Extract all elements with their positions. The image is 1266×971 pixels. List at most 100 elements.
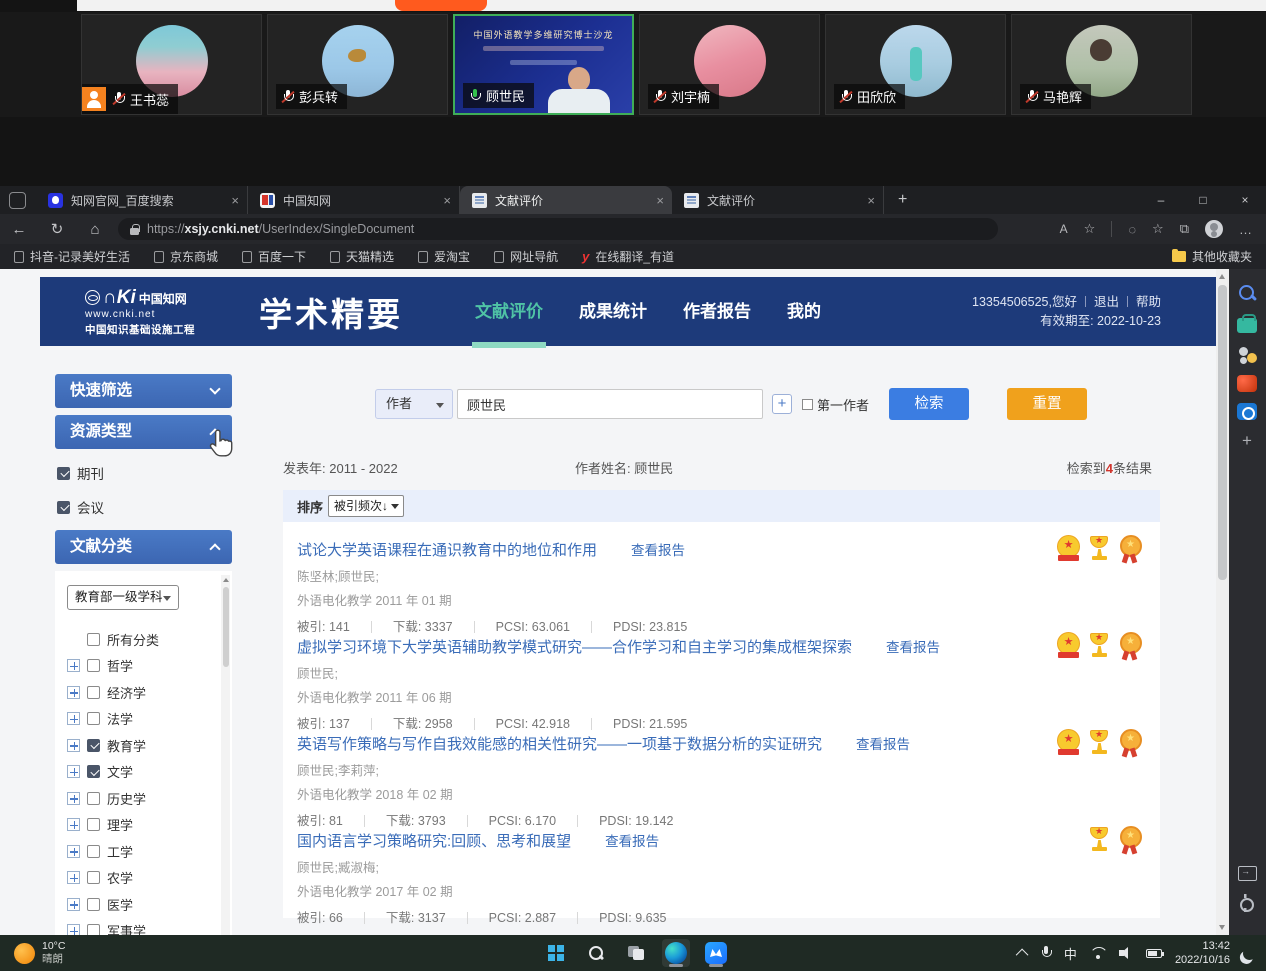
- expand-icon[interactable]: [67, 686, 80, 699]
- scroll-down-arrow[interactable]: [1219, 925, 1225, 930]
- category-checkbox[interactable]: [87, 792, 100, 805]
- favorite-star-icon[interactable]: ☆: [1084, 221, 1096, 237]
- result-title-link[interactable]: 英语写作策略与写作自我效能感的相关性研究——一项基于数据分析的实证研究: [297, 736, 822, 753]
- category-checkbox[interactable]: [87, 659, 100, 672]
- meeting-app-button[interactable]: [702, 939, 730, 967]
- start-button[interactable]: [542, 939, 570, 967]
- add-condition-button[interactable]: +: [772, 394, 792, 414]
- discipline-select[interactable]: 教育部一级学科: [67, 585, 179, 610]
- more-menu-icon[interactable]: …: [1239, 222, 1252, 237]
- first-author-checkbox[interactable]: [802, 399, 813, 410]
- view-report-link[interactable]: 查看报告: [886, 640, 940, 655]
- bookmark-baidu[interactable]: 百度一下: [242, 248, 306, 265]
- result-title-link[interactable]: 试论大学英语课程在通识教育中的地位和作用: [297, 542, 597, 559]
- participant-tile[interactable]: 彭兵转: [267, 14, 448, 115]
- wifi-icon[interactable]: [1090, 947, 1106, 959]
- taskbar-search-button[interactable]: [582, 939, 610, 967]
- tab-close-icon[interactable]: ×: [443, 193, 451, 208]
- bookmark-douyin[interactable]: 抖音-记录美好生活: [14, 248, 130, 265]
- help-link[interactable]: 帮助: [1136, 295, 1161, 309]
- new-tab-button[interactable]: +: [898, 191, 907, 209]
- sidebar-panel-icon[interactable]: [1237, 863, 1257, 883]
- bookmark-nav[interactable]: 网址导航: [494, 248, 558, 265]
- tab-actions-button[interactable]: [9, 192, 26, 209]
- expand-icon[interactable]: [67, 898, 80, 911]
- category-checkbox[interactable]: [87, 924, 100, 935]
- search-button[interactable]: 检索: [889, 388, 969, 420]
- category-checkbox[interactable]: [87, 712, 100, 725]
- bookmark-youdao[interactable]: y在线翻译_有道: [582, 248, 674, 265]
- refresh-button[interactable]: ↻: [38, 220, 76, 238]
- view-report-link[interactable]: 查看报告: [631, 543, 685, 558]
- section-quick-filter[interactable]: 快速筛选: [55, 374, 232, 408]
- search-field-select[interactable]: 作者: [375, 389, 453, 419]
- other-favorites-folder[interactable]: 其他收藏夹: [1172, 248, 1252, 265]
- collections-icon[interactable]: ⧉: [1180, 221, 1189, 237]
- category-checkbox[interactable]: [87, 818, 100, 831]
- expand-icon[interactable]: [67, 792, 80, 805]
- category-checkbox[interactable]: [87, 686, 100, 699]
- sidebar-shopping-icon[interactable]: [1237, 318, 1257, 333]
- home-button[interactable]: ⌂: [76, 221, 114, 238]
- focus-assist-moon-icon[interactable]: [1242, 945, 1258, 961]
- search-input[interactable]: [457, 389, 763, 419]
- result-title-link[interactable]: 虚拟学习环境下大学英语辅助教学模式研究——合作学习和自主学习的集成框架探索: [297, 639, 852, 656]
- first-author-option[interactable]: 第一作者: [802, 395, 869, 414]
- clock[interactable]: 13:422022/10/16: [1175, 939, 1230, 967]
- category-checkbox[interactable]: [87, 765, 100, 778]
- conference-checkbox[interactable]: [57, 501, 70, 514]
- category-checkbox[interactable]: [87, 898, 100, 911]
- sidebar-outlook-icon[interactable]: [1237, 403, 1257, 420]
- sidebar-search-icon[interactable]: [1237, 283, 1257, 303]
- minimize-button[interactable]: –: [1140, 186, 1182, 214]
- expand-icon[interactable]: [67, 871, 80, 884]
- result-title-link[interactable]: 国内语言学习策略研究:回顾、思考和展望: [297, 833, 571, 850]
- sidebar-settings-gear-icon[interactable]: [1237, 895, 1257, 915]
- category-checkbox[interactable]: [87, 845, 100, 858]
- tray-mic-icon[interactable]: [1041, 946, 1051, 961]
- scroll-up-arrow[interactable]: [1219, 274, 1225, 279]
- category-checkbox[interactable]: [87, 871, 100, 884]
- tab-cnki-home[interactable]: 中国知网 ×: [248, 186, 460, 214]
- expand-icon[interactable]: [67, 924, 80, 935]
- https-lock-icon[interactable]: [130, 224, 139, 235]
- read-aloud-icon[interactable]: A: [1060, 222, 1068, 236]
- edge-taskbar-button[interactable]: [662, 939, 690, 967]
- tray-expand-icon[interactable]: [1016, 948, 1029, 961]
- nav-author-report[interactable]: 作者报告: [683, 277, 751, 346]
- bookmark-jd[interactable]: 京东商城: [154, 248, 218, 265]
- journal-checkbox[interactable]: [57, 467, 70, 480]
- back-button[interactable]: ←: [0, 221, 38, 238]
- reset-button[interactable]: 重置: [1007, 388, 1087, 420]
- participant-tile[interactable]: 马艳辉: [1011, 14, 1192, 115]
- expand-icon[interactable]: [67, 845, 80, 858]
- expand-icon[interactable]: [67, 765, 80, 778]
- sidebar-rewards-icon[interactable]: [1237, 345, 1257, 365]
- tab-baidu-search[interactable]: 知网官网_百度搜索 ×: [36, 186, 248, 214]
- category-checkbox[interactable]: [87, 633, 100, 646]
- nav-document-evaluation[interactable]: 文献评价: [475, 277, 543, 346]
- extensions-icon[interactable]: ◌: [1128, 222, 1136, 237]
- tab-close-icon[interactable]: ×: [656, 193, 664, 208]
- view-report-link[interactable]: 查看报告: [856, 737, 910, 752]
- sort-select[interactable]: 被引频次↓: [328, 495, 404, 517]
- volume-icon[interactable]: [1119, 947, 1133, 959]
- weather-widget[interactable]: 10°C晴朗: [14, 940, 65, 966]
- bookmark-tmall[interactable]: 天猫精选: [330, 248, 394, 265]
- category-checkbox[interactable]: [87, 739, 100, 752]
- cnki-logo[interactable]: ∩Ki中国知网 www.cnki.net 中国知识基础设施工程: [85, 287, 243, 337]
- sidebar-office-icon[interactable]: [1237, 375, 1257, 392]
- profile-avatar-icon[interactable]: [1205, 220, 1223, 238]
- participant-tile[interactable]: 刘宇楠: [639, 14, 820, 115]
- participant-tile-active-speaker[interactable]: 中国外语教学多维研究博士沙龙 顾世民: [453, 14, 634, 115]
- nav-achievement-stats[interactable]: 成果统计: [579, 277, 647, 346]
- battery-icon[interactable]: [1146, 949, 1162, 958]
- nav-mine[interactable]: 我的: [787, 277, 821, 346]
- page-scrollbar[interactable]: [1216, 269, 1229, 935]
- logout-link[interactable]: 退出: [1094, 295, 1119, 309]
- favorites-bar-icon[interactable]: ☆: [1152, 221, 1164, 237]
- expand-icon[interactable]: [67, 712, 80, 725]
- tab-document-eval[interactable]: 文献评价 ×: [672, 186, 884, 214]
- section-resource-type[interactable]: 资源类型: [55, 415, 232, 449]
- participant-tile[interactable]: 田欣欣: [825, 14, 1006, 115]
